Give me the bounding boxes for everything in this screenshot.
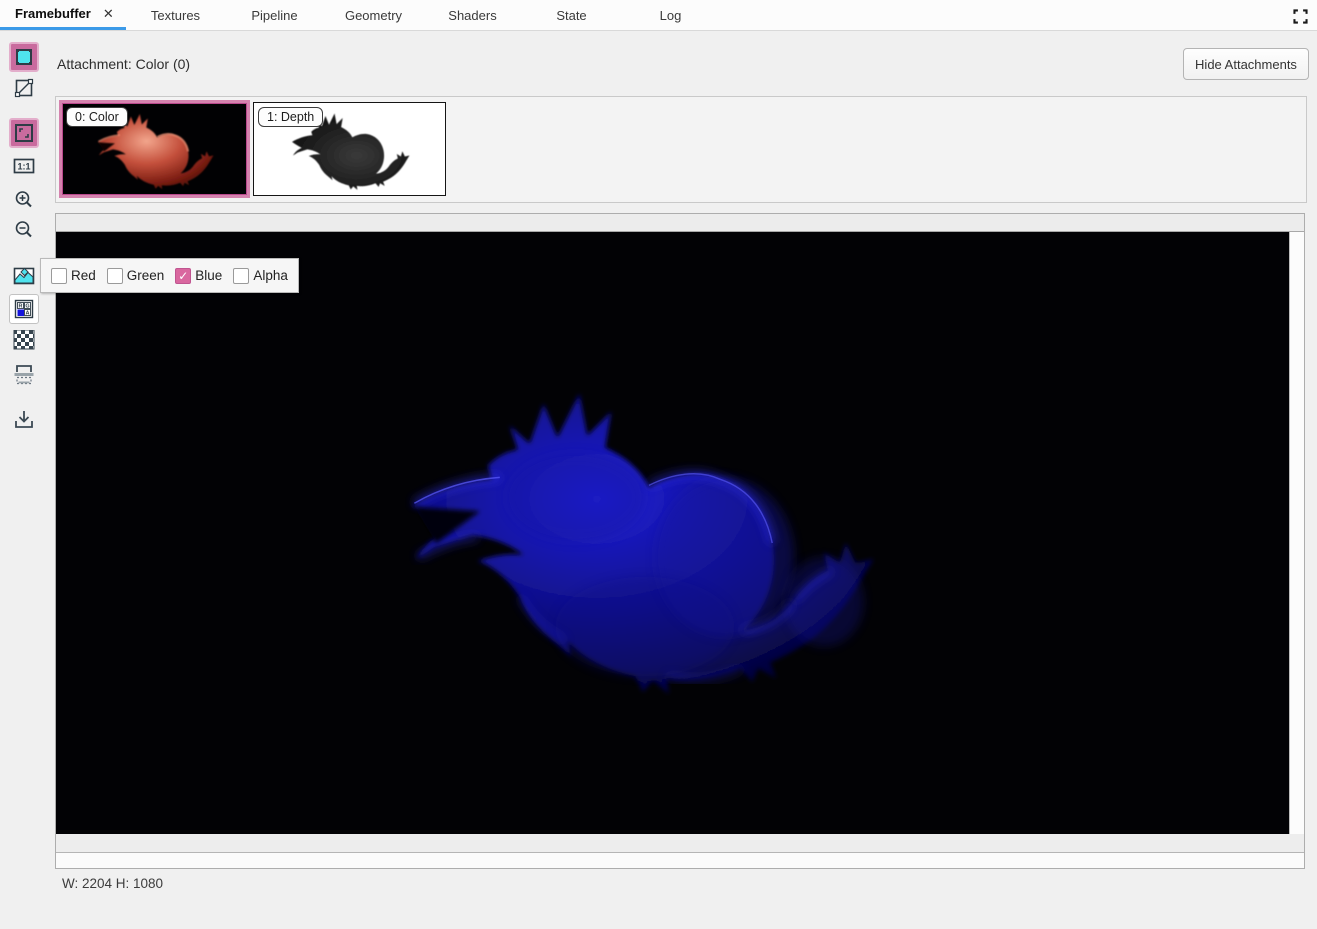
hide-attachments-button[interactable]: Hide Attachments: [1183, 48, 1309, 80]
tab-framebuffer[interactable]: Framebuffer ✕: [0, 0, 126, 30]
dragon-render: [396, 378, 884, 716]
channels-overlay: ✓ Red ✓ Green ✓ Blue ✓ Alpha: [40, 258, 299, 293]
save-icon[interactable]: [9, 406, 39, 434]
zoom-out-icon[interactable]: [9, 216, 39, 244]
tab-pipeline-label: Pipeline: [251, 8, 297, 23]
check-icon: ✓: [178, 270, 188, 282]
zoom-fit-icon[interactable]: [9, 118, 39, 148]
tab-textures[interactable]: Textures: [126, 0, 225, 30]
viewport-bottom-gap: [56, 834, 1304, 852]
tab-textures-label: Textures: [151, 8, 200, 23]
attachments-strip: 0: Color 1: Depth: [55, 96, 1307, 203]
channel-checkbox-alpha[interactable]: ✓ Alpha: [233, 268, 288, 284]
channels-icon[interactable]: R G A: [9, 294, 39, 324]
tab-shaders[interactable]: Shaders: [423, 0, 522, 30]
zoom-actual-label: 1:1: [17, 162, 30, 172]
checkbox-box[interactable]: ✓: [107, 268, 123, 284]
tab-log-label: Log: [660, 8, 682, 23]
viewport-top-ruler: [56, 214, 1304, 232]
tab-log[interactable]: Log: [621, 0, 720, 30]
tab-pipeline[interactable]: Pipeline: [225, 0, 324, 30]
checkbox-box[interactable]: ✓: [51, 268, 67, 284]
attachment-badge: 1: Depth: [258, 107, 323, 127]
tab-geometry-label: Geometry: [345, 8, 402, 23]
channel-checkbox-red[interactable]: ✓ Red: [51, 268, 96, 284]
channel-label-blue: Blue: [195, 268, 222, 283]
tab-state-label: State: [556, 8, 586, 23]
background-color-icon[interactable]: [9, 42, 39, 72]
tab-state[interactable]: State: [522, 0, 621, 30]
attachment-thumbnail-color[interactable]: 0: Color: [59, 100, 250, 198]
tab-shaders-label: Shaders: [448, 8, 496, 23]
framebuffer-viewport: [55, 213, 1305, 869]
checkerboard-icon[interactable]: [9, 326, 39, 354]
channel-label-green: Green: [127, 268, 165, 283]
horizontal-scrollbar[interactable]: [56, 852, 1304, 868]
tab-geometry[interactable]: Geometry: [324, 0, 423, 30]
attachment-thumbnail-depth[interactable]: 1: Depth: [253, 102, 446, 196]
svg-text:A: A: [26, 310, 30, 316]
left-toolbar: 1:1 R G A: [8, 42, 40, 434]
close-icon[interactable]: ✕: [103, 7, 114, 20]
channel-label-red: Red: [71, 268, 96, 283]
zoom-actual-icon[interactable]: 1:1: [9, 152, 39, 180]
background-transparent-icon[interactable]: [9, 74, 39, 102]
checkbox-box[interactable]: ✓: [175, 268, 191, 284]
attachment-badge: 0: Color: [66, 107, 128, 127]
channel-label-alpha: Alpha: [253, 268, 288, 283]
channel-checkbox-green[interactable]: ✓ Green: [107, 268, 165, 284]
fullscreen-icon[interactable]: [1289, 5, 1311, 27]
image-icon[interactable]: [9, 262, 39, 290]
tab-bar: Framebuffer ✕ Textures Pipeline Geometry…: [0, 0, 1317, 31]
zoom-in-icon[interactable]: [9, 186, 39, 214]
vertical-scrollbar[interactable]: [1289, 232, 1304, 834]
svg-text:G: G: [25, 303, 29, 309]
tab-framebuffer-label: Framebuffer: [15, 6, 91, 21]
svg-text:R: R: [19, 303, 23, 309]
channel-checkbox-blue[interactable]: ✓ Blue: [175, 268, 222, 284]
checkbox-box[interactable]: ✓: [233, 268, 249, 284]
flip-vertical-icon[interactable]: [9, 360, 39, 388]
dimensions-status: W: 2204 H: 1080: [62, 876, 163, 891]
render-canvas[interactable]: [56, 232, 1289, 834]
attachment-header-label: Attachment: Color (0): [57, 56, 190, 72]
